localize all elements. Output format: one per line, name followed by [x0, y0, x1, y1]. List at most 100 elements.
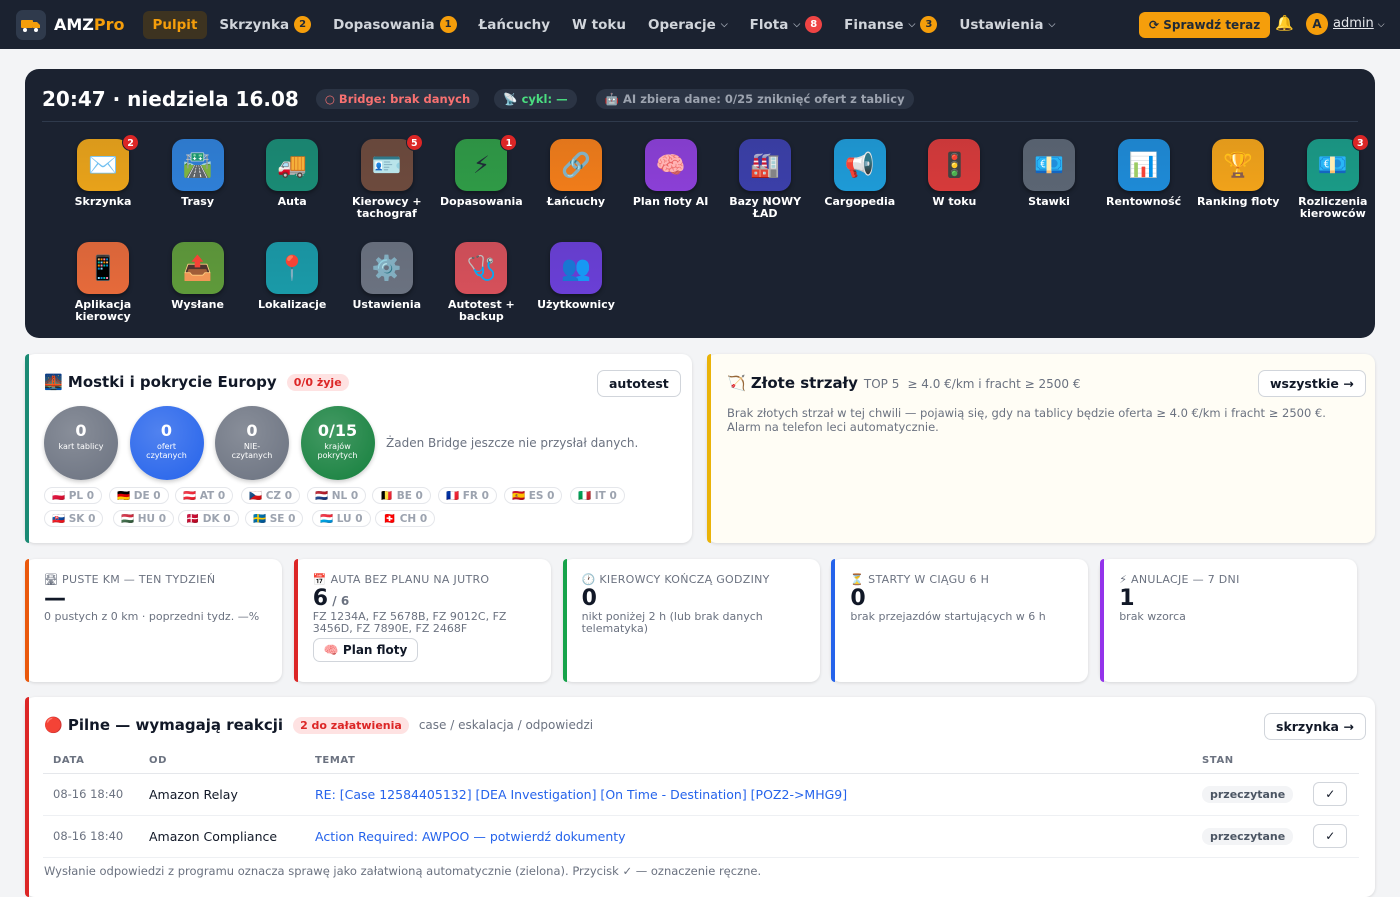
kpi-card: ⚡ ANULACJE — 7 DNI 1 brak wzorca	[1100, 559, 1358, 682]
tile-glyph: 📱	[88, 254, 118, 282]
tile-5[interactable]: 🔗 Łańcuchy	[529, 139, 623, 208]
kpi-title: ⏳ STARTY W CIĄGU 6 H	[850, 573, 990, 586]
kpi-value-row: —	[44, 586, 272, 611]
kpi-value: 6	[312, 586, 329, 611]
row-sender: Amazon Compliance	[139, 815, 305, 858]
nav-item-label: Ustawienia	[959, 16, 1044, 33]
kpi-subtext: brak wzorca	[1119, 610, 1186, 623]
col-date: DATA	[43, 749, 139, 774]
tile-6[interactable]: 🧠 Plan floty AI	[624, 139, 718, 208]
autotest-button[interactable]: autotest	[597, 370, 681, 397]
mark-done-button[interactable]: ✓	[1313, 782, 1348, 806]
nav-item-3[interactable]: Łańcuchy	[469, 11, 560, 39]
kpi-subtext: FZ 1234A, FZ 5678B, FZ 9012C, FZ 3456D, …	[312, 610, 507, 635]
stat-circle-value: 0	[246, 421, 258, 440]
tile-10[interactable]: 💶 Stawki	[1002, 139, 1096, 208]
pin-icon: 📍	[266, 242, 319, 294]
tile-1[interactable]: 🛣️ Trasy	[151, 139, 245, 208]
tile-glyph: 👥	[561, 254, 591, 282]
row-subject-link[interactable]: RE: [Case 12584405132] [DEA Investigatio…	[305, 773, 1192, 816]
tile-13[interactable]: 💶 3 Rozliczenia kierowców	[1286, 134, 1380, 220]
tile-19[interactable]: 👥 Użytkownicy	[529, 242, 623, 311]
tile-4[interactable]: ⚡ 1 Dopasowania	[434, 134, 528, 208]
stat-circle: 0 ofert czytanych	[129, 406, 204, 480]
mark-done-button[interactable]: ✓	[1313, 824, 1348, 848]
nav-item-5[interactable]: Operacje ⌵	[638, 11, 738, 39]
tile-15[interactable]: 📤 Wysłane	[151, 242, 245, 311]
row-subject-link[interactable]: Action Required: AWPOO — potwierdź dokum…	[305, 815, 1192, 858]
tile-glyph: 📍	[277, 254, 308, 282]
urgent-subtitle: case / eskalacja / odpowiedzi	[418, 718, 594, 732]
table-row[interactable]: 08-16 18:40 Amazon Compliance Action Requi…	[43, 815, 1359, 858]
tile-12[interactable]: 🏆 Ranking floty	[1191, 139, 1285, 208]
truck-logo-icon[interactable]	[16, 9, 46, 40]
kpi-value-row: 0	[850, 586, 1078, 611]
nav-item-label: Łańcuchy	[478, 16, 551, 33]
row-state-cell: przeczytane	[1192, 815, 1304, 858]
stat-circle: 0 NIE-czytanych	[215, 406, 289, 480]
tile-11[interactable]: 📊 Rentowność	[1097, 139, 1191, 208]
tile-14[interactable]: 📱 Aplikacja kierowcy	[56, 242, 150, 322]
trophy-icon: 🏆	[1212, 139, 1265, 191]
tile-0[interactable]: ✉️ 2 Skrzynka	[56, 134, 150, 208]
tile-16[interactable]: 📍 Lokalizacje	[245, 242, 339, 311]
chevron-down-icon: ⌵	[720, 19, 728, 30]
nav-item-7[interactable]: Finanse ⌵ 3	[834, 10, 947, 39]
tile-label: Ranking floty	[1196, 195, 1280, 208]
row-state-cell: przeczytane	[1192, 773, 1304, 816]
all-golden-button[interactable]: wszystkie →	[1258, 370, 1366, 397]
nav-item-1[interactable]: Skrzynka 2	[209, 10, 321, 39]
tile-label: Dopasowania	[440, 195, 523, 208]
tile-7[interactable]: 🏭 Bazy NOWY ŁAD	[718, 139, 812, 219]
nav-item-8[interactable]: Ustawienia ⌵	[949, 11, 1065, 39]
tile-label: Rozliczenia kierowców	[1298, 195, 1368, 220]
nav-item-6[interactable]: Flota ⌵ 8	[740, 10, 833, 39]
stethoscope-icon: 🩺	[455, 242, 508, 294]
kpi-value: 0	[581, 586, 597, 611]
kpi-card: 📅 AUTA BEZ PLANU NA JUTRO 6 / 6 FZ 1234A, …	[293, 559, 551, 682]
nav-item-4[interactable]: W toku	[562, 11, 636, 39]
country-coverage-chip: 🇦🇹 AT 0	[175, 487, 234, 504]
tile-glyph: 🪪	[371, 151, 402, 179]
tile-glyph: ⚙️	[371, 254, 402, 282]
tile-glyph: 💶	[1034, 151, 1064, 179]
tile-glyph: 🚦	[939, 151, 970, 179]
stat-circle-value: 0	[75, 421, 87, 440]
tile-label: W toku	[932, 195, 977, 208]
chevron-down-icon: ⌵	[908, 19, 916, 30]
table-row[interactable]: 08-16 18:40 Amazon Relay RE: [Case 1258440…	[43, 773, 1359, 816]
nav-item-0[interactable]: Pulpit	[142, 10, 208, 39]
bell-icon[interactable]: 🔔	[1275, 14, 1294, 32]
kpi-title: ⚡ ANULACJE — 7 DNI	[1119, 573, 1240, 586]
tile-label: Lokalizacje	[257, 298, 327, 311]
brand-name[interactable]: AMZPro	[54, 15, 125, 34]
tile-label: Plan floty AI	[632, 195, 709, 208]
tile-label: Ustawienia	[352, 298, 422, 311]
tile-17[interactable]: ⚙️ Ustawienia	[340, 242, 434, 311]
user-menu[interactable]: admin ⌵	[1333, 16, 1385, 31]
lightning-icon: ⚡ 1	[455, 134, 518, 191]
country-coverage-chip: 🇩🇪 DE 0	[109, 487, 169, 504]
status-badge: przeczytane	[1202, 827, 1294, 845]
tile-9[interactable]: 🚦 W toku	[907, 139, 1001, 208]
inbox-button[interactable]: skrzynka →	[1264, 713, 1366, 740]
row-sender: Amazon Relay	[139, 773, 305, 816]
truck-icon: 🚚	[266, 139, 319, 191]
tile-8[interactable]: 📢 Cargopedia	[813, 139, 907, 208]
tile-label: Kierowcy + tachograf	[351, 195, 422, 220]
outbox-icon: 📤	[171, 242, 224, 294]
nav-item-2[interactable]: Dopasowania 1	[323, 10, 467, 39]
golden-criteria: ≥ 4.0 €/km i fracht ≥ 2500 €	[907, 377, 1081, 391]
nav-count-badge: 1	[439, 16, 457, 33]
kpi-card: 🛣 PUSTE KM — TEN TYDZIEŃ —0 pustych z 0 k…	[25, 559, 282, 682]
tile-3[interactable]: 🪪 5 Kierowcy + tachograf	[340, 134, 434, 220]
check-now-button[interactable]: ⟳ Sprawdź teraz	[1139, 12, 1271, 38]
tile-18[interactable]: 🩺 Autotest + backup	[434, 242, 528, 322]
row-date: 08-16 18:40	[43, 815, 139, 858]
tile-glyph: 🏆	[1223, 151, 1254, 179]
avatar[interactable]: A	[1306, 13, 1328, 35]
tile-label: Bazy NOWY ŁAD	[729, 195, 802, 220]
fleet-plan-button[interactable]: 🧠 Plan floty	[312, 638, 419, 662]
country-coverage-chip: 🇨🇿 CZ 0	[241, 487, 301, 504]
tile-2[interactable]: 🚚 Auta	[245, 139, 339, 208]
